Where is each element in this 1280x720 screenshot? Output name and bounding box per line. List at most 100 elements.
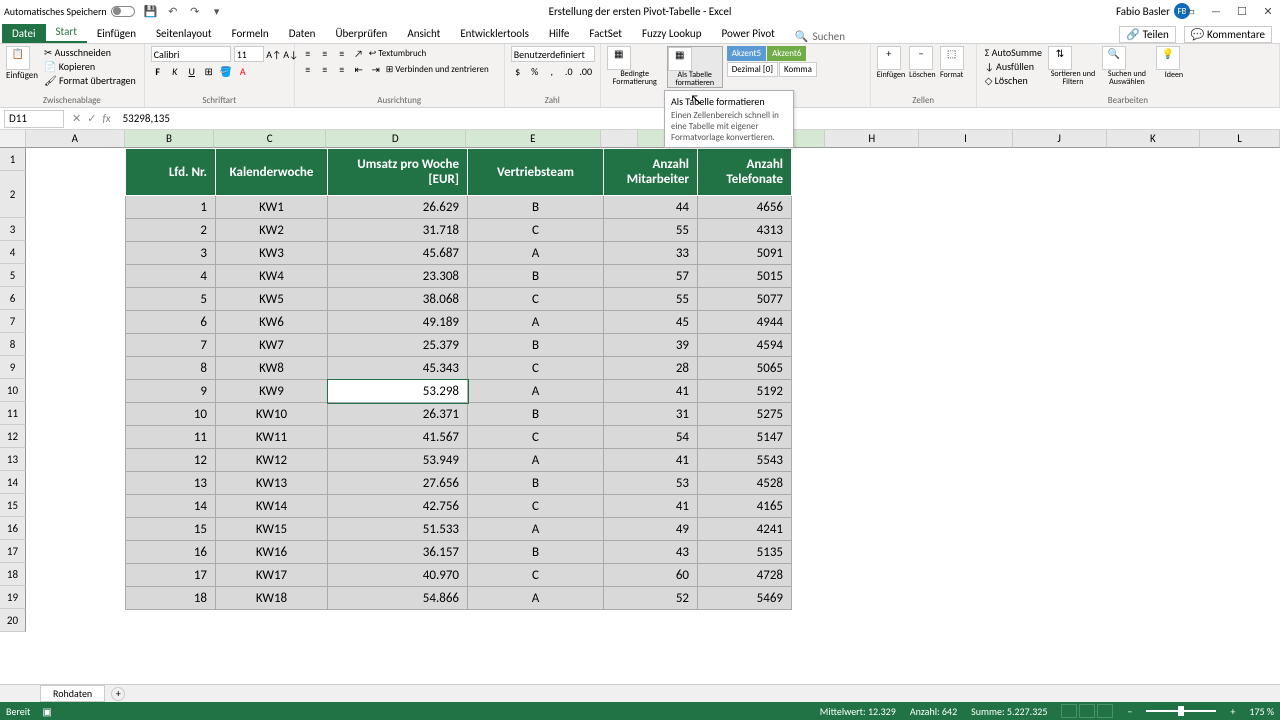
cell[interactable]: B [468, 403, 604, 426]
format-cells-button[interactable]: ⬚Format [940, 46, 964, 80]
cell[interactable]: 43 [604, 541, 698, 564]
comments-button[interactable]: 💬 Kommentare [1184, 26, 1272, 43]
cell[interactable]: 4594 [698, 334, 792, 357]
page-break-view-icon[interactable] [1097, 704, 1113, 718]
paste-button[interactable]: 📋 Einfügen [6, 46, 38, 81]
cell[interactable]: 5469 [698, 587, 792, 610]
row-header-12[interactable]: 12 [0, 425, 26, 448]
row-header-11[interactable]: 11 [0, 402, 26, 425]
cell[interactable]: 45.343 [328, 357, 468, 380]
style-komma[interactable]: Komma [779, 62, 817, 77]
cell[interactable]: 3 [126, 242, 216, 265]
align-top-icon[interactable]: ≡ [301, 46, 315, 60]
tab-formulas[interactable]: Formeln [222, 24, 279, 43]
cell[interactable]: 33 [604, 242, 698, 265]
cell[interactable]: A [468, 311, 604, 334]
cell[interactable]: 27.656 [328, 472, 468, 495]
cell[interactable]: KW11 [216, 426, 328, 449]
clear-button[interactable]: ◇ Löschen [983, 74, 1044, 87]
autosave-toggle[interactable]: Automatisches Speichern [4, 5, 135, 18]
cell[interactable]: 41.567 [328, 426, 468, 449]
style-accent6[interactable]: Akzent6 [767, 46, 806, 61]
orientation-icon[interactable]: ↗ [352, 46, 366, 60]
font-size-select[interactable] [234, 46, 264, 62]
cell[interactable]: 57 [604, 265, 698, 288]
col-header-H[interactable]: H [825, 130, 919, 148]
sort-filter-button[interactable]: ⇅Sortieren und Filtern [1048, 46, 1098, 86]
cell[interactable]: KW17 [216, 564, 328, 587]
cell[interactable]: KW6 [216, 311, 328, 334]
cell[interactable]: 39 [604, 334, 698, 357]
col-header-I[interactable]: I [919, 130, 1013, 148]
row-header-19[interactable]: 19 [0, 586, 26, 609]
cell[interactable]: 44 [604, 196, 698, 219]
zoom-out-icon[interactable]: − [1127, 705, 1132, 718]
cell[interactable]: KW14 [216, 495, 328, 518]
tab-powerpivot[interactable]: Power Pivot [711, 24, 784, 43]
cell[interactable]: C [468, 495, 604, 518]
cell[interactable]: C [468, 426, 604, 449]
cell[interactable]: 17 [126, 564, 216, 587]
cell[interactable]: 7 [126, 334, 216, 357]
tab-help[interactable]: Hilfe [539, 24, 579, 43]
cell[interactable]: 28 [604, 357, 698, 380]
row-header-13[interactable]: 13 [0, 448, 26, 471]
cell[interactable]: 23.308 [328, 265, 468, 288]
cell[interactable]: 5077 [698, 288, 792, 311]
cell[interactable]: 55 [604, 219, 698, 242]
redo-icon[interactable]: ↷ [187, 3, 203, 19]
cell[interactable]: 18 [126, 587, 216, 610]
row-header-20[interactable]: 20 [0, 609, 26, 632]
inc-decimal-icon[interactable]: .0 [562, 64, 576, 78]
cell[interactable]: 5091 [698, 242, 792, 265]
bold-icon[interactable]: F [151, 64, 165, 78]
cell[interactable]: 26.629 [328, 196, 468, 219]
cell[interactable]: 51.533 [328, 518, 468, 541]
cell[interactable]: 5 [126, 288, 216, 311]
cell[interactable]: A [468, 449, 604, 472]
cell[interactable]: KW3 [216, 242, 328, 265]
row-header-3[interactable]: 3 [0, 218, 26, 241]
cell[interactable]: 4728 [698, 564, 792, 587]
row-header-18[interactable]: 18 [0, 563, 26, 586]
tell-me-search[interactable]: 🔍 Suchen [795, 30, 845, 43]
fx-icon[interactable]: fx [102, 112, 110, 125]
cell[interactable]: 5192 [698, 380, 792, 403]
cell[interactable]: A [468, 518, 604, 541]
tab-data[interactable]: Daten [279, 24, 326, 43]
cell[interactable]: 55 [604, 288, 698, 311]
cell[interactable]: 12 [126, 449, 216, 472]
cell[interactable]: 40.970 [328, 564, 468, 587]
zoom-in-icon[interactable]: + [1230, 705, 1235, 718]
cell[interactable]: 4165 [698, 495, 792, 518]
cell[interactable]: A [468, 242, 604, 265]
cell[interactable]: B [468, 265, 604, 288]
cell[interactable]: 11 [126, 426, 216, 449]
wrap-text-button[interactable]: ↩ Textumbruch [369, 48, 427, 59]
number-format-select[interactable] [511, 46, 595, 62]
col-header-D[interactable]: D [326, 130, 466, 148]
cell[interactable]: 54.866 [328, 587, 468, 610]
autosum-button[interactable]: Σ AutoSumme [983, 46, 1044, 59]
indent-right-icon[interactable]: ⇥ [369, 62, 383, 76]
col-header-L[interactable]: L [1200, 130, 1280, 148]
cell[interactable]: 8 [126, 357, 216, 380]
cell[interactable]: B [468, 541, 604, 564]
insert-cells-button[interactable]: +Einfügen [877, 46, 905, 80]
worksheet-grid[interactable]: A B C D E G H I J K L 123456789101112131… [0, 130, 1280, 684]
cell[interactable]: 10 [126, 403, 216, 426]
cell[interactable]: 26.371 [328, 403, 468, 426]
cell[interactable]: 5015 [698, 265, 792, 288]
tab-insert[interactable]: Einfügen [87, 24, 146, 43]
cell[interactable]: 4241 [698, 518, 792, 541]
row-header-14[interactable]: 14 [0, 471, 26, 494]
maximize-icon[interactable]: ☐ [1234, 5, 1250, 18]
cell[interactable]: 52 [604, 587, 698, 610]
row-header-8[interactable]: 8 [0, 333, 26, 356]
col-header-F[interactable] [601, 130, 638, 148]
share-button[interactable]: 🔗 Teilen [1119, 26, 1175, 43]
underline-icon[interactable]: U [185, 64, 199, 78]
tab-file[interactable]: Datei [2, 24, 46, 43]
cell[interactable]: 4 [126, 265, 216, 288]
align-center-icon[interactable]: ≡ [318, 62, 332, 76]
